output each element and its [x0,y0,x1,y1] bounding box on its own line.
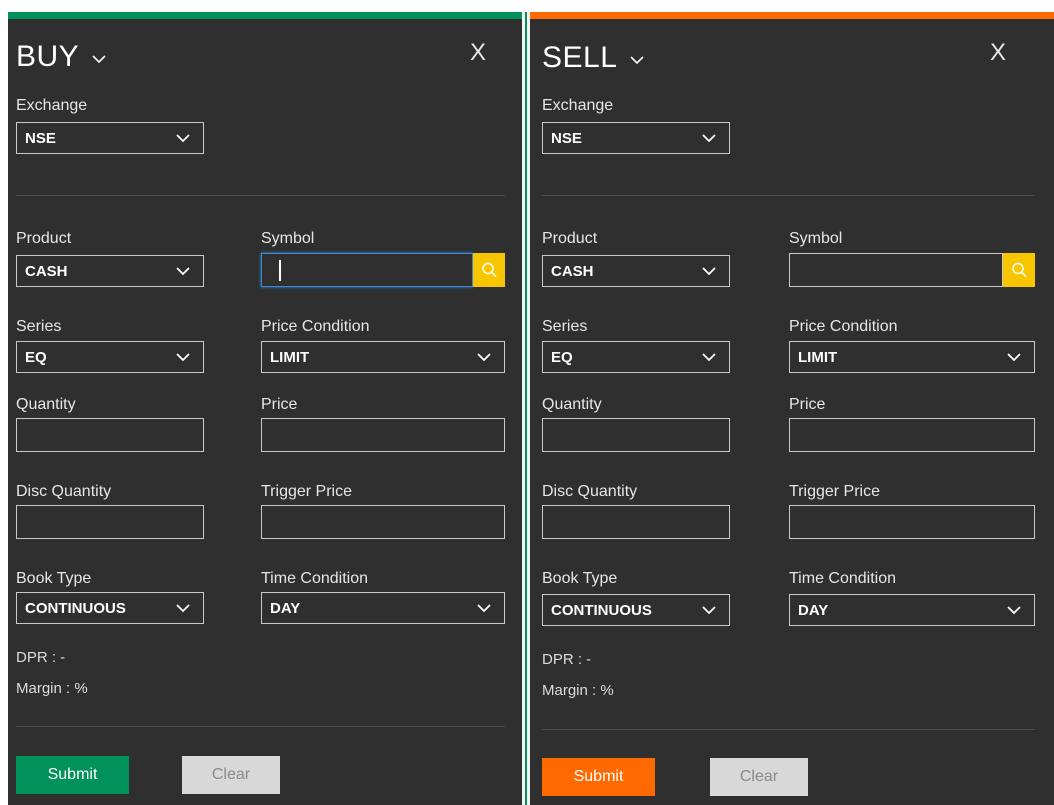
sell-order-panel: SELL X Exchange NSE Product CASH Symbol … [530,12,1054,805]
quantity-label: Quantity [16,396,76,413]
panel-separator [522,12,530,805]
book-type-label: Book Type [542,570,618,587]
series-select[interactable]: EQ [542,341,730,373]
price-condition-value: LIMIT [270,348,310,366]
price-condition-select[interactable]: LIMIT [789,341,1035,373]
disc-quantity-input[interactable] [542,505,730,539]
sell-close-button[interactable]: X [990,39,1006,67]
dpr-text: DPR : - [542,651,592,668]
time-condition-label: Time Condition [789,570,897,587]
price-condition-value: LIMIT [798,348,838,366]
chevron-down-icon [1007,353,1021,362]
symbol-label: Symbol [789,230,843,247]
disc-quantity-label: Disc Quantity [16,483,112,500]
price-condition-label: Price Condition [261,318,370,335]
symbol-search-button[interactable] [1003,253,1035,287]
symbol-input[interactable] [261,253,473,287]
trigger-price-input[interactable] [261,505,505,539]
buy-close-button[interactable]: X [470,39,486,67]
time-condition-value: DAY [798,601,829,619]
search-icon [1012,262,1027,278]
time-condition-select[interactable]: DAY [789,594,1035,626]
chevron-down-icon [702,134,716,143]
disc-quantity-input[interactable] [16,505,204,539]
symbol-label: Symbol [261,230,315,247]
trigger-price-label: Trigger Price [261,483,352,500]
search-icon [482,262,497,278]
series-label: Series [542,318,588,335]
margin-text: Margin : % [542,682,614,699]
exchange-select[interactable]: NSE [542,122,730,154]
section-divider [16,195,505,196]
sell-clear-button[interactable]: Clear [710,758,808,796]
price-condition-select[interactable]: LIMIT [261,341,505,373]
chevron-down-icon [176,267,190,276]
product-select[interactable]: CASH [542,255,730,287]
symbol-input[interactable] [789,253,1003,287]
book-type-value: CONTINUOUS [25,599,126,617]
series-value: EQ [551,348,573,366]
product-label: Product [542,230,598,247]
exchange-label: Exchange [542,97,614,114]
trigger-price-label: Trigger Price [789,483,880,500]
buy-order-panel: BUY X Exchange NSE Product CASH Symbol S… [8,12,522,805]
chevron-down-icon [1007,606,1021,615]
chevron-down-icon [702,353,716,362]
price-condition-label: Price Condition [789,318,898,335]
product-value: CASH [25,262,68,280]
exchange-value: NSE [551,129,582,147]
buy-title-dropdown[interactable]: BUY [16,40,109,74]
chevron-down-icon [630,56,644,65]
chevron-down-icon [477,604,491,613]
quantity-label: Quantity [542,396,602,413]
exchange-value: NSE [25,129,56,147]
book-type-select[interactable]: CONTINUOUS [16,592,204,624]
buy-clear-button[interactable]: Clear [182,756,280,794]
chevron-down-icon [176,604,190,613]
disc-quantity-label: Disc Quantity [542,483,638,500]
price-input[interactable] [261,418,505,452]
quantity-input[interactable] [16,418,204,452]
exchange-label: Exchange [16,97,88,114]
price-input[interactable] [789,418,1035,452]
trigger-price-input[interactable] [789,505,1035,539]
section-divider [16,726,505,727]
product-value: CASH [551,262,594,280]
buy-submit-button[interactable]: Submit [16,756,129,794]
time-condition-select[interactable]: DAY [261,592,505,624]
series-value: EQ [25,348,47,366]
price-label: Price [789,396,826,413]
section-divider [542,729,1035,730]
quantity-input[interactable] [542,418,730,452]
section-divider [542,195,1035,196]
price-label: Price [261,396,298,413]
sell-submit-button[interactable]: Submit [542,758,655,796]
time-condition-label: Time Condition [261,570,369,587]
text-caret [279,260,281,281]
book-type-label: Book Type [16,570,92,587]
margin-text: Margin : % [16,680,88,697]
series-select[interactable]: EQ [16,341,204,373]
chevron-down-icon [477,353,491,362]
chevron-down-icon [92,55,106,64]
sell-title: SELL [542,41,618,74]
buy-title: BUY [16,40,80,73]
book-type-select[interactable]: CONTINUOUS [542,594,730,626]
chevron-down-icon [176,134,190,143]
product-label: Product [16,230,72,247]
time-condition-value: DAY [270,599,301,617]
symbol-search-button[interactable] [473,253,505,287]
dpr-text: DPR : - [16,649,66,666]
series-label: Series [16,318,62,335]
product-select[interactable]: CASH [16,255,204,287]
chevron-down-icon [702,267,716,276]
chevron-down-icon [702,606,716,615]
book-type-value: CONTINUOUS [551,601,652,619]
sell-title-dropdown[interactable]: SELL [542,41,647,75]
exchange-select[interactable]: NSE [16,122,204,154]
chevron-down-icon [176,353,190,362]
